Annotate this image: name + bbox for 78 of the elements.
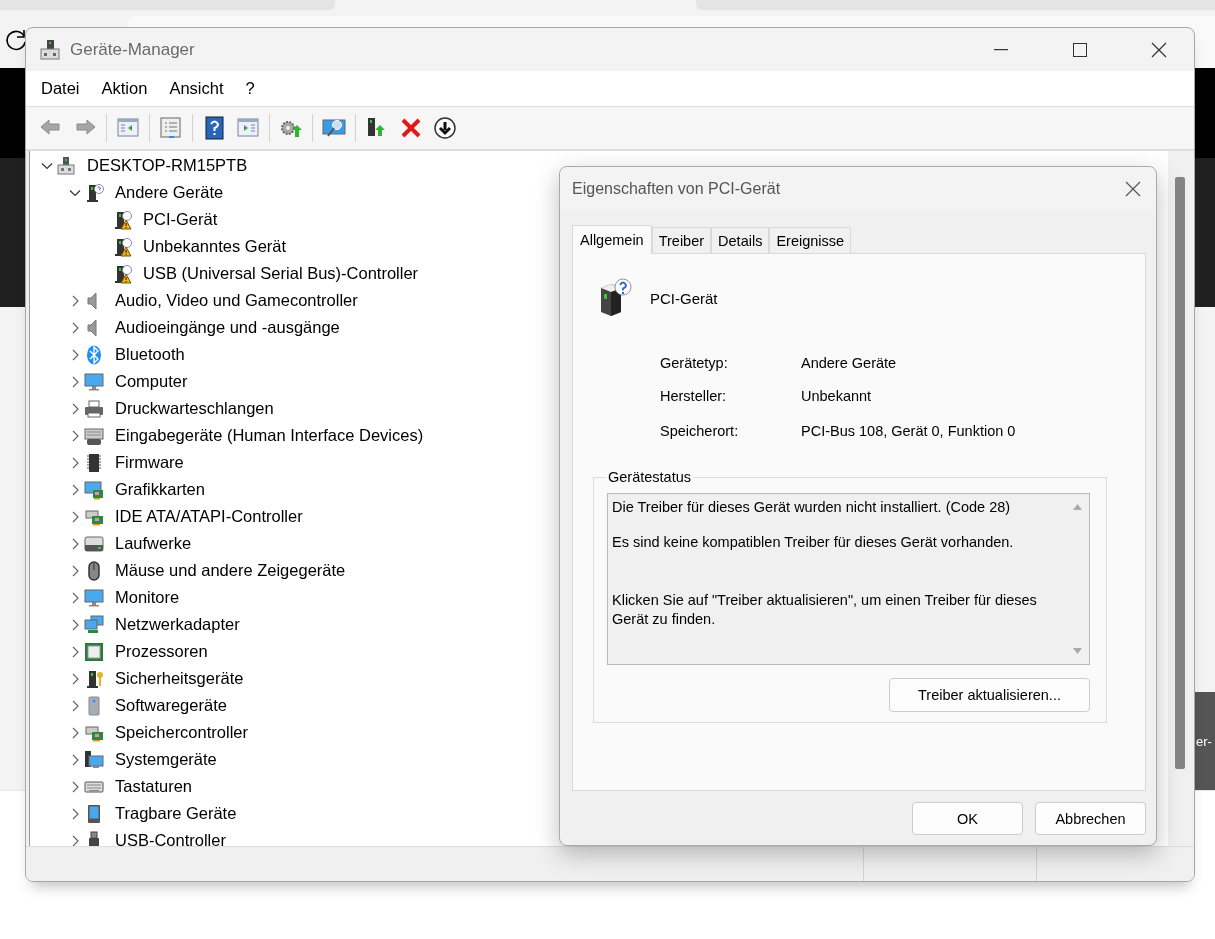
tab[interactable]: Treiber [651, 227, 712, 253]
keyboard-joystick-icon [84, 425, 104, 446]
tree-item[interactable]: Softwaregeräte [115, 696, 227, 715]
maximize-icon [1073, 42, 1087, 57]
collapse-chevron-icon[interactable] [68, 188, 81, 197]
tree-item[interactable]: PCI-Gerät [143, 210, 218, 229]
bluetooth-icon [84, 344, 104, 365]
property-label: Hersteller: [660, 386, 728, 406]
processor-icon [84, 641, 104, 662]
down-arrow-circle-button[interactable] [432, 115, 458, 141]
device-warning-icon [112, 209, 132, 230]
tree-item[interactable]: Speichercontroller [115, 723, 248, 742]
device-warning-icon [112, 263, 132, 284]
property-label: Gerätetyp: [660, 353, 729, 373]
update-driver-button[interactable]: Treiber aktualisieren... [889, 678, 1090, 712]
tree-item[interactable]: IDE ATA/ATAPI-Controller [115, 507, 303, 526]
property-label: Speicherort: [660, 421, 740, 441]
printer-icon [84, 398, 104, 419]
page-text: er- [1196, 733, 1212, 749]
tree-item[interactable]: Netzwerkadapter [115, 615, 240, 634]
tree-item[interactable]: USB-Controller [115, 831, 226, 846]
tree-item[interactable]: Grafikkarten [115, 480, 205, 499]
properties-sheet-button[interactable] [158, 115, 184, 141]
network-icon [84, 614, 104, 635]
computer-icon [56, 155, 76, 176]
tree-item[interactable]: Eingabegeräte (Human Interface Devices) [115, 426, 424, 445]
window-title: Geräte-Manager [70, 39, 196, 60]
collapse-chevron-icon[interactable] [40, 161, 53, 170]
tree-item[interactable]: Audioeingänge und -ausgänge [115, 318, 340, 337]
close-icon [1125, 181, 1141, 197]
tree-item[interactable]: Computer [115, 372, 188, 391]
drive-icon [84, 533, 104, 554]
tab[interactable]: Details [711, 227, 770, 253]
monitor-icon [84, 587, 104, 608]
minimize-icon [994, 48, 1008, 51]
tree-item[interactable]: Druckwarteschlangen [115, 399, 274, 418]
group-title: Gerätestatus [607, 469, 692, 485]
property-value: PCI-Bus 108, Gerät 0, Funktion 0 [801, 421, 1017, 441]
tree-item[interactable]: Sicherheitsgeräte [115, 669, 244, 688]
system-monitor-icon [84, 749, 104, 770]
tree-item[interactable]: Mäuse und andere Zeigegeräte [115, 561, 346, 580]
device-question-icon [598, 278, 632, 318]
tree-item[interactable]: Monitore [115, 588, 180, 607]
chip-icon [84, 452, 104, 473]
tree-item[interactable]: Unbekanntes Gerät [143, 237, 287, 256]
property-value: Unbekannt [801, 386, 873, 406]
tree-item[interactable]: Firmware [115, 453, 184, 472]
tree-item[interactable]: USB (Universal Serial Bus)-Controller [143, 264, 419, 283]
computer-icon [39, 38, 61, 61]
tree-item[interactable]: Bluetooth [115, 345, 185, 364]
tree-item[interactable]: Laufwerke [115, 534, 192, 553]
ok-button[interactable]: OK [912, 802, 1023, 835]
device-key-icon [84, 668, 104, 689]
menu-item[interactable]: Datei [30, 79, 91, 98]
close-icon [1151, 41, 1167, 58]
device-name: PCI-Gerät [650, 289, 718, 307]
tree-item[interactable]: Audio, Video und Gamecontroller [115, 291, 358, 310]
graphics-card-icon [84, 479, 104, 500]
tree-item[interactable]: Tragbare Geräte [115, 804, 237, 823]
menu-item[interactable]: ? [234, 79, 266, 98]
dialog-title: Eigenschaften von PCI-Gerät [572, 180, 781, 198]
cancel-button[interactable]: Abbrechen [1035, 802, 1146, 835]
property-value: Andere Geräte [801, 353, 898, 373]
tab[interactable]: Ereignisse [769, 227, 852, 253]
tree-item[interactable]: DESKTOP-RM15PTB [87, 156, 248, 175]
menu-item[interactable]: Aktion [90, 79, 159, 98]
monitor-icon [84, 371, 104, 392]
device-warning-icon [112, 236, 132, 257]
tab[interactable]: Allgemein [572, 225, 652, 254]
status-message: Die Treiber für dieses Gerät wurden nicht installiert. (Code 28) [612, 498, 1012, 517]
status-message: Es sind keine kompatiblen Treiber für dieses Gerät vorhanden. [612, 533, 1015, 552]
tree-item[interactable]: Prozessoren [115, 642, 208, 661]
tree-item[interactable]: Andere Geräte [115, 183, 224, 202]
tree-item[interactable]: Tastaturen [115, 777, 193, 796]
status-message: Klicken Sie auf "Treiber aktualisieren", um einen Treiber für dieses Gerät zu finden. [612, 591, 1038, 629]
device-question-icon [84, 182, 104, 203]
tree-item[interactable]: Systemgeräte [115, 750, 217, 769]
menu-item[interactable]: Ansicht [158, 79, 235, 98]
